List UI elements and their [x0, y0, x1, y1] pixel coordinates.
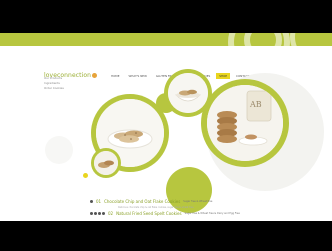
product-badges — [90, 212, 105, 215]
cookie-bowl-icon — [168, 73, 208, 113]
small-cookies-icon — [94, 151, 118, 175]
small-cookies-photo — [94, 151, 118, 175]
sidebar-menu: Our Products Ingredients Order Cookies — [44, 76, 64, 90]
nav-shop[interactable]: SHOP — [216, 73, 231, 79]
header-banner — [0, 33, 332, 73]
jar-label: AB — [250, 100, 262, 109]
badge-icon — [98, 212, 101, 215]
product-row[interactable]: 02 Natural Fried Seed Spelt Cookies Suga… — [90, 211, 240, 216]
product-title[interactable]: Natural Fried Seed Spelt Cookies — [116, 211, 181, 216]
video-frame: loveconnection HOME WHAT'S NEW GLUTEN FR… — [0, 0, 332, 251]
background-circle — [45, 136, 73, 164]
product-row[interactable]: 01 Chocolate Chip and Oat Flake Cookies … — [90, 199, 212, 204]
sidebar-link-order[interactable]: Order Cookies — [44, 86, 64, 90]
badge-icon — [90, 212, 93, 215]
product-subtitle: Sugar free & Wheat free — [183, 200, 213, 203]
badge-icon — [102, 212, 105, 215]
nav-whats-new[interactable]: WHAT'S NEW — [126, 73, 150, 79]
product-subtitle: Sugar free & Wheat free & Dairy and Egg … — [184, 212, 240, 215]
product-title[interactable]: Chocolate Chip and Oat Flake Cookies — [104, 199, 180, 204]
cookie-bowl-photo — [168, 73, 208, 113]
green-accent-circle — [83, 173, 88, 178]
stacked-cookies-photo: AB — [207, 85, 283, 161]
stacked-cookies-icon — [207, 85, 283, 161]
bullet-icon — [90, 200, 93, 203]
sidebar-link-products[interactable]: Our Products — [44, 76, 64, 80]
nav-home[interactable]: HOME — [108, 73, 123, 79]
product-number: 02 — [108, 211, 114, 216]
badge-icon — [94, 212, 97, 215]
logo-heart-icon — [92, 73, 98, 78]
product-description: Delicious chocolate chip & oat flake coo… — [118, 206, 195, 209]
website-screenshot: loveconnection HOME WHAT'S NEW GLUTEN FR… — [0, 33, 332, 221]
product-number: 01 — [96, 199, 102, 204]
sidebar-link-ingredients[interactable]: Ingredients — [44, 81, 64, 85]
